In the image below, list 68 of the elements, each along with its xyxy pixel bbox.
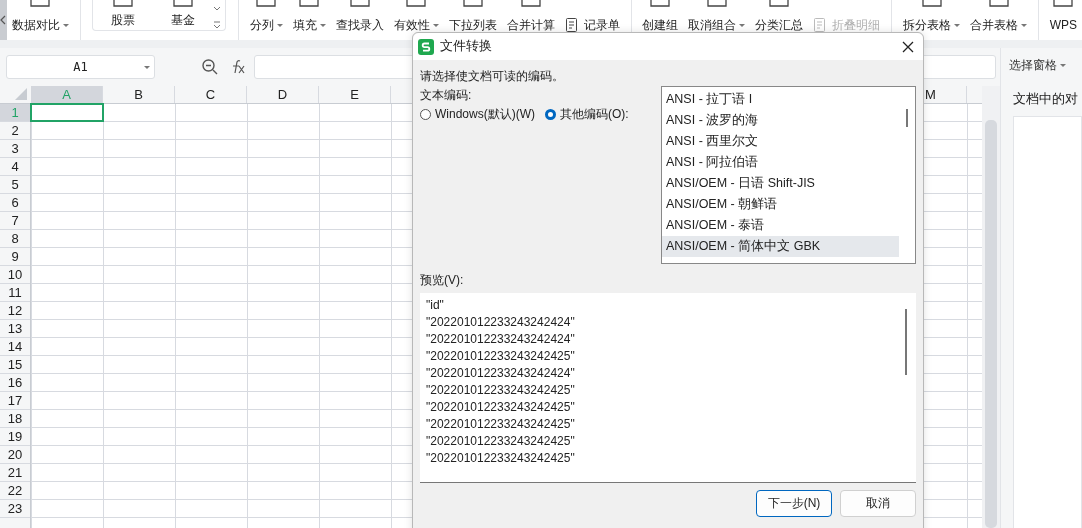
preview-line: "202201012233243242425"	[426, 416, 576, 433]
preview-line: "202201012233243242424"	[426, 365, 576, 382]
row-header[interactable]: 17	[0, 392, 30, 410]
preview-line: "202201012233243242425"	[426, 399, 576, 416]
row-header[interactable]: 8	[0, 230, 30, 248]
encoding-list[interactable]: ANSI - 拉丁语 I ANSI - 波罗的海 ANSI - 西里尔文 ANSI - 阿拉伯语 ANSI/OEM - 日语 Shift-JIS ANSI/OEM - 朝鲜语 ANSI/OEM - 泰语 ANSI/OEM - 简体中文 GBK	[661, 86, 916, 264]
row-header[interactable]: 14	[0, 338, 30, 356]
encoding-item[interactable]: ANSI - 阿拉伯语	[662, 152, 899, 173]
row-header[interactable]: 16	[0, 374, 30, 392]
column-header[interactable]: D	[247, 86, 319, 103]
dialog-button[interactable]: 下一步(N)	[756, 490, 832, 517]
row-header[interactable]: 7	[0, 212, 30, 230]
row-header[interactable]: 11	[0, 284, 30, 302]
row-header[interactable]: 19	[0, 428, 30, 446]
ribbon-button[interactable]: 分类汇总	[750, 0, 809, 40]
encoding-item[interactable]: ANSI/OEM - 朝鲜语	[662, 194, 899, 215]
row-header[interactable]: 15	[0, 356, 30, 374]
ribbon-button[interactable]: 合并计算	[501, 0, 560, 40]
preview-line: "202201012233243242424"	[426, 331, 576, 348]
row-header[interactable]: 9	[0, 248, 30, 266]
encoding-item[interactable]: ANSI - 波罗的海	[662, 110, 899, 131]
encoding-radio[interactable]: 其他编码(O):	[545, 104, 629, 124]
preview-line: "202201012233243242424"	[426, 314, 576, 331]
encoding-label: 文本编码:	[420, 87, 473, 104]
column-header[interactable]: E	[319, 86, 391, 103]
row-header[interactable]: 23	[0, 500, 30, 518]
selection-pane-dropdown[interactable]: 选择窗格	[1009, 57, 1082, 74]
ribbon-button[interactable]: 合并表格	[965, 0, 1033, 40]
row-header[interactable]: 10	[0, 266, 30, 284]
instruction-text: 请选择使文档可读的编码。	[420, 68, 565, 85]
column-header[interactable]: B	[103, 86, 175, 103]
row-header[interactable]: 4	[0, 158, 30, 176]
pane-heading: 文档中的对	[1013, 90, 1079, 108]
ribbon-button[interactable]: 基金	[153, 0, 214, 30]
ribbon-button[interactable]: 分列	[244, 0, 288, 40]
column-header[interactable]: C	[175, 86, 247, 103]
dialog-title: 文件转换	[440, 38, 492, 55]
dialog-button[interactable]: 取消	[840, 490, 916, 517]
row-header[interactable]: 5	[0, 176, 30, 194]
encoding-item[interactable]: ANSI/OEM - 泰语	[662, 215, 899, 236]
ribbon-button[interactable]: 创建组	[637, 0, 684, 40]
row-header[interactable]: 21	[0, 464, 30, 482]
row-header[interactable]: 18	[0, 410, 30, 428]
row-header[interactable]: 6	[0, 194, 30, 212]
preview-line: "202201012233243242425"	[426, 382, 576, 399]
encoding-radio[interactable]: Windows(默认)(W)	[420, 104, 535, 124]
ribbon-button[interactable]: 填充	[287, 0, 331, 40]
ribbon-button[interactable]: 记录单	[559, 0, 625, 40]
preview-label: 预览(V):	[420, 272, 465, 289]
row-header[interactable]: 3	[0, 140, 30, 158]
ribbon-button[interactable]: 查找录入	[330, 0, 389, 40]
preview-line: "202201012233243242425"	[426, 348, 576, 365]
row-header[interactable]: 20	[0, 446, 30, 464]
row-header[interactable]: 2	[0, 122, 30, 140]
row-header[interactable]: 12	[0, 302, 30, 320]
ribbon-button[interactable]: 股票	[93, 0, 154, 30]
name-box[interactable]: A1	[6, 55, 155, 79]
encoding-item[interactable]: ANSI - 西里尔文	[662, 131, 899, 152]
preview-line: "202201012233243242425"	[426, 450, 576, 467]
ribbon-button[interactable]: 数据对比	[6, 0, 74, 40]
ribbon-button[interactable]: 下拉列表	[443, 0, 502, 40]
preview-line: "202201012233243242425"	[426, 433, 576, 450]
ribbon-button[interactable]: WPS	[1044, 0, 1082, 40]
encoding-item[interactable]: ANSI/OEM - 简体中文 GBK	[662, 236, 899, 257]
encoding-item[interactable]: ANSI/OEM - 日语 Shift-JIS	[662, 173, 899, 194]
row-header[interactable]: 13	[0, 320, 30, 338]
row-header[interactable]: 22	[0, 482, 30, 500]
preview-line: "id"	[426, 297, 445, 314]
